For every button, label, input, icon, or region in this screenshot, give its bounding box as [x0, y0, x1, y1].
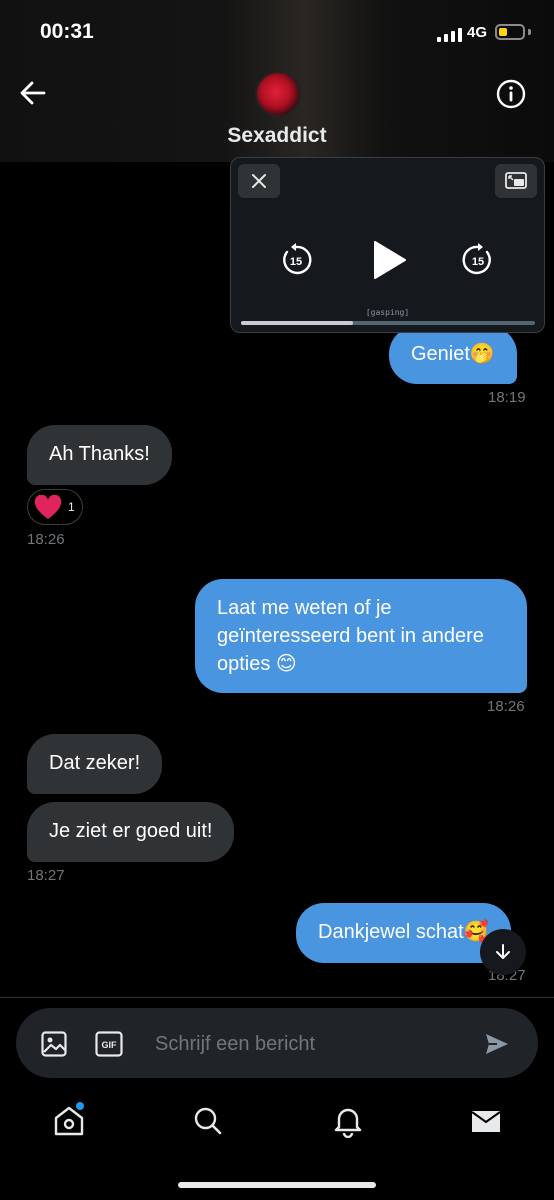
forward-15-icon: 15	[462, 243, 491, 275]
message-text: Dat zeker!	[49, 752, 141, 774]
pip-icon	[505, 172, 527, 189]
media-player[interactable]: 15 15 [gasping]	[230, 157, 545, 333]
pip-button[interactable]	[495, 164, 537, 198]
network-label: 4G	[467, 24, 488, 41]
forward-button[interactable]: 15	[460, 242, 496, 278]
conversation-name[interactable]: Sexaddict	[0, 124, 554, 148]
close-icon	[252, 174, 266, 188]
play-button[interactable]	[369, 238, 409, 282]
message-text: Dankjewel schat🥰	[318, 921, 489, 943]
message-bubble[interactable]: Geniet🤭	[389, 326, 517, 384]
message-input[interactable]	[153, 1029, 457, 1059]
play-icon	[374, 241, 406, 279]
battery-icon	[495, 24, 525, 40]
send-icon	[486, 1034, 508, 1054]
progress-fill	[241, 321, 353, 325]
gif-icon: GIF	[95, 1031, 123, 1057]
message-bubble[interactable]: Dat zeker!	[27, 734, 163, 794]
info-button[interactable]	[495, 78, 527, 110]
arrow-down-icon	[496, 944, 510, 959]
tab-search[interactable]	[191, 1104, 225, 1138]
gif-button[interactable]: GIF	[95, 1030, 123, 1058]
message-bubble[interactable]: Je ziet er goed uit!	[27, 802, 235, 862]
rewind-seconds: 15	[290, 256, 302, 268]
message-time: 18:27	[27, 867, 65, 884]
add-image-button[interactable]	[40, 1030, 68, 1058]
arrow-left-icon	[20, 81, 46, 105]
search-icon	[194, 1107, 222, 1135]
message-bubble[interactable]: Dankjewel schat🥰	[296, 903, 511, 963]
progress-bar[interactable]	[241, 321, 535, 325]
message-bubble[interactable]: Ah Thanks!	[27, 425, 172, 485]
back-button[interactable]	[16, 76, 50, 110]
message-text: Geniet🤭	[411, 343, 495, 365]
message-time: 18:26	[487, 698, 525, 715]
send-button[interactable]	[484, 1031, 510, 1057]
message-text: Ah Thanks!	[49, 443, 150, 465]
avatar[interactable]	[255, 71, 301, 117]
message-composer: GIF	[16, 1008, 538, 1078]
battery-fill	[499, 28, 507, 36]
divider	[0, 997, 554, 998]
status-time: 00:31	[40, 20, 94, 43]
rewind-15-icon: 15	[283, 243, 312, 275]
gif-label: GIF	[102, 1040, 118, 1050]
bell-icon	[334, 1108, 362, 1139]
home-notification-dot	[76, 1102, 84, 1110]
message-text: Laat me weten of je geïnteresseerd bent …	[217, 597, 484, 675]
rewind-button[interactable]: 15	[278, 242, 314, 278]
forward-seconds: 15	[472, 256, 484, 268]
message-text: Je ziet er goed uit!	[49, 820, 213, 842]
reaction-count: 1	[68, 500, 75, 514]
tab-messages[interactable]	[469, 1104, 503, 1138]
message-bubble[interactable]: Laat me weten of je geïnteresseerd bent …	[195, 579, 527, 693]
heart-icon	[34, 495, 62, 519]
scroll-to-bottom-button[interactable]	[480, 929, 526, 975]
player-caption: [gasping]	[365, 308, 410, 317]
home-indicator	[178, 1182, 376, 1188]
signal-icon	[437, 28, 462, 42]
close-player-button[interactable]	[238, 164, 280, 198]
envelope-icon	[471, 1111, 501, 1132]
battery-cap	[528, 29, 531, 35]
message-time: 18:19	[488, 389, 526, 406]
message-time: 18:26	[27, 531, 65, 548]
info-icon	[496, 79, 526, 109]
tab-notifications[interactable]	[331, 1104, 365, 1139]
reaction-badge[interactable]: 1	[27, 489, 83, 525]
image-icon	[41, 1031, 67, 1057]
